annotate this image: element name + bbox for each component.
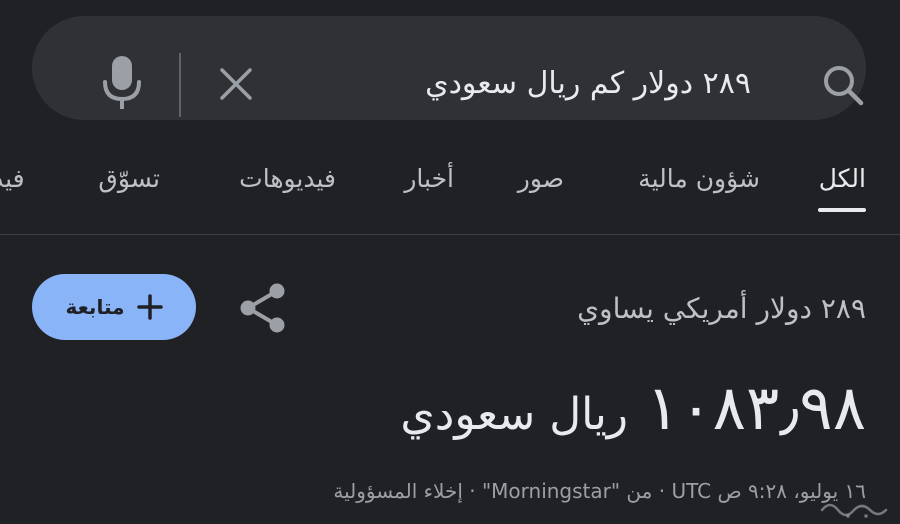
tab-images[interactable]: صور	[518, 162, 564, 196]
follow-button-label: متابعة	[65, 295, 125, 319]
share-icon[interactable]	[238, 282, 288, 334]
tab-shopping[interactable]: تسوّق	[98, 162, 160, 196]
search-input[interactable]: ٢٨٩ دولار كم ريال سعودي	[425, 64, 751, 104]
tab-finance[interactable]: شؤون مالية	[638, 162, 760, 196]
active-tab-indicator	[818, 208, 866, 212]
conversion-from-text: ٢٨٩ دولار أمريكي يساوي	[577, 292, 866, 325]
search-divider	[179, 53, 181, 117]
follow-button[interactable]: متابعة	[32, 274, 196, 340]
tab-more-clipped[interactable]: فيد	[0, 162, 25, 196]
result-currency: ريال سعودي	[400, 389, 629, 440]
search-tabs: الكل شؤون مالية صور أخبار فيديوهات تسوّق…	[0, 150, 900, 220]
tab-videos[interactable]: فيديوهات	[239, 162, 336, 196]
tab-all[interactable]: الكل	[819, 162, 866, 196]
tab-news[interactable]: أخبار	[404, 162, 454, 196]
tabs-divider	[0, 234, 900, 235]
rate-source-info: ١٦ يوليو، ٩:٢٨ ص UTC · من "Morningstar" …	[333, 479, 866, 503]
conversion-result: ١٠٨٣٫٩٨ ريال سعودي	[400, 368, 866, 455]
clear-icon[interactable]	[218, 66, 254, 102]
plus-icon	[136, 294, 163, 320]
search-bar[interactable]: ٢٨٩ دولار كم ريال سعودي	[32, 16, 866, 120]
site-watermark-icon	[820, 503, 888, 518]
search-icon[interactable]	[821, 63, 865, 107]
result-amount: ١٠٨٣٫٩٨	[646, 371, 866, 444]
mic-icon[interactable]	[102, 56, 142, 110]
